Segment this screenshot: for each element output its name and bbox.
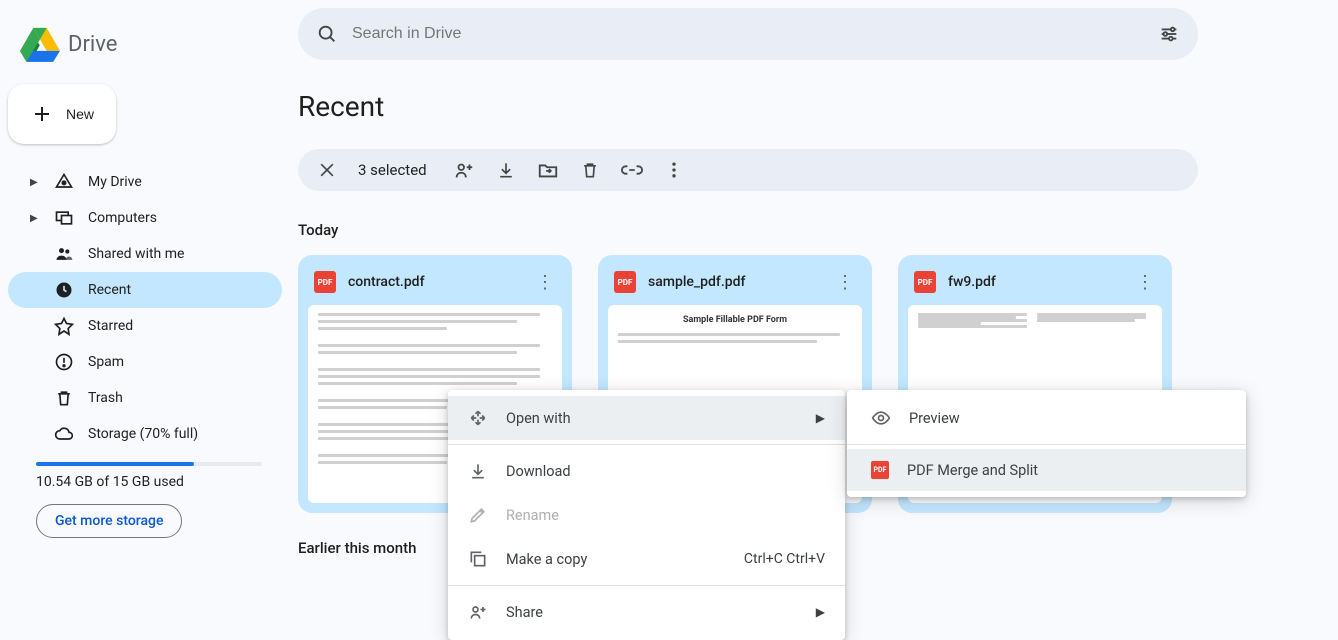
download-icon[interactable]	[495, 159, 517, 181]
new-button[interactable]: New	[8, 84, 116, 144]
delete-icon[interactable]	[579, 159, 601, 181]
selection-toolbar: 3 selected	[298, 149, 1198, 191]
star-icon	[54, 316, 74, 336]
nav-label: Starred	[88, 318, 133, 334]
logo-area[interactable]: Drive	[8, 8, 282, 84]
file-menu-icon[interactable]: ⋮	[834, 272, 856, 293]
ctx-label: Download	[506, 463, 571, 480]
context-menu: Open with ▶ Download Rename Make a copy …	[448, 390, 845, 640]
pdf-icon: PDF	[614, 271, 636, 293]
ctx-download[interactable]: Download	[448, 449, 845, 493]
nav-spam[interactable]: ▶ Spam	[8, 344, 282, 380]
caret-icon: ▶	[30, 177, 40, 188]
ctx-label: Make a copy	[506, 551, 587, 568]
search-input[interactable]	[352, 25, 1144, 43]
brand-text: Drive	[68, 32, 117, 57]
separator	[448, 585, 845, 586]
file-name: sample_pdf.pdf	[648, 274, 822, 290]
plus-icon	[30, 102, 54, 126]
nav-label: Storage (70% full)	[88, 426, 198, 442]
search-icon	[316, 23, 338, 45]
ctx-label: Rename	[506, 507, 559, 524]
submenu-preview[interactable]: Preview	[847, 396, 1246, 440]
separator	[847, 444, 1246, 445]
copy-icon	[468, 549, 488, 569]
computers-icon	[54, 208, 74, 228]
storage-bar-fill	[36, 462, 194, 466]
pdf-icon: PDF	[314, 271, 336, 293]
drive-logo-icon	[20, 24, 60, 64]
rename-icon	[468, 505, 488, 525]
storage-bar	[36, 462, 262, 466]
share-icon	[468, 602, 488, 622]
ctx-share[interactable]: Share ▶	[448, 590, 845, 634]
nav-label: Computers	[88, 210, 157, 226]
file-menu-icon[interactable]: ⋮	[1134, 272, 1156, 293]
cloud-icon	[54, 424, 74, 444]
spam-icon	[54, 352, 74, 372]
ctx-label: Share	[506, 604, 543, 621]
nav-recent[interactable]: ▶ Recent	[8, 272, 282, 308]
selection-count: 3 selected	[358, 161, 427, 179]
nav-label: Spam	[88, 354, 124, 370]
submenu-pdf-merge-split[interactable]: PDF PDF Merge and Split	[847, 449, 1246, 491]
storage-used-text: 10.54 GB of 15 GB used	[8, 474, 282, 490]
chevron-right-icon: ▶	[816, 605, 825, 619]
link-icon[interactable]	[621, 159, 643, 181]
ctx-make-copy[interactable]: Make a copy Ctrl+C Ctrl+V	[448, 537, 845, 581]
ctx-rename: Rename	[448, 493, 845, 537]
my-drive-icon	[54, 172, 74, 192]
nav-list: ▶ My Drive ▶ Computers ▶ Shared with me	[8, 164, 282, 452]
get-more-storage-button[interactable]: Get more storage	[36, 504, 182, 538]
download-icon	[468, 461, 488, 481]
more-options-icon[interactable]	[663, 159, 685, 181]
nav-my-drive[interactable]: ▶ My Drive	[8, 164, 282, 200]
new-button-label: New	[66, 106, 94, 122]
nav-label: Trash	[88, 390, 123, 406]
nav-shared[interactable]: ▶ Shared with me	[8, 236, 282, 272]
nav-starred[interactable]: ▶ Starred	[8, 308, 282, 344]
open-with-submenu: Preview PDF PDF Merge and Split	[847, 390, 1246, 497]
nav-label: My Drive	[88, 174, 142, 190]
nav-storage[interactable]: ▶ Storage (70% full)	[8, 416, 282, 452]
open-with-icon	[468, 408, 488, 428]
pdf-icon: PDF	[914, 271, 936, 293]
file-menu-icon[interactable]: ⋮	[534, 272, 556, 293]
chevron-right-icon: ▶	[816, 411, 825, 425]
submenu-label: PDF Merge and Split	[907, 462, 1038, 479]
submenu-label: Preview	[909, 410, 960, 427]
share-icon[interactable]	[453, 159, 475, 181]
ctx-label: Open with	[506, 410, 571, 427]
caret-icon: ▶	[30, 213, 40, 224]
people-icon	[54, 244, 74, 264]
search-bar[interactable]	[298, 8, 1198, 60]
ctx-shortcut: Ctrl+C Ctrl+V	[744, 551, 825, 567]
file-name: fw9.pdf	[948, 274, 1122, 290]
sidebar: Drive New ▶ My Drive ▶ Computers	[0, 0, 290, 632]
clock-icon	[54, 280, 74, 300]
pdf-app-icon: PDF	[871, 461, 889, 479]
preview-heading: Sample Fillable PDF Form	[618, 315, 852, 325]
separator	[448, 444, 845, 445]
nav-trash[interactable]: ▶ Trash	[8, 380, 282, 416]
clear-selection-icon[interactable]	[316, 159, 338, 181]
move-icon[interactable]	[537, 159, 559, 181]
trash-icon	[54, 388, 74, 408]
nav-computers[interactable]: ▶ Computers	[8, 200, 282, 236]
section-today: Today	[298, 221, 1330, 239]
search-options-icon[interactable]	[1158, 23, 1180, 45]
nav-label: Recent	[88, 282, 131, 298]
nav-label: Shared with me	[88, 246, 184, 262]
eye-icon	[871, 408, 891, 428]
file-name: contract.pdf	[348, 274, 522, 290]
page-title: Recent	[298, 90, 1330, 123]
ctx-open-with[interactable]: Open with ▶	[448, 396, 845, 440]
